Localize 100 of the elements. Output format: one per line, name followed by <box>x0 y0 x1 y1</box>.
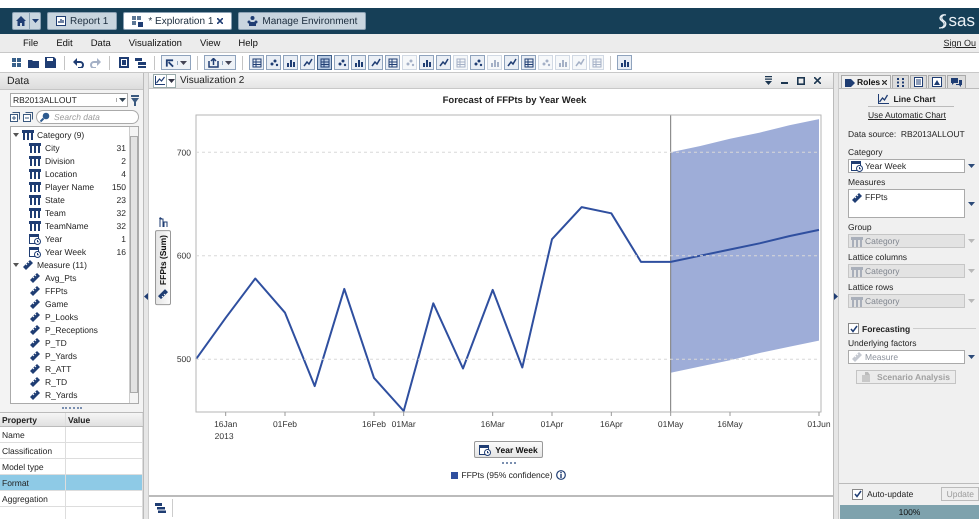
tree-item[interactable]: City 31 <box>11 141 129 154</box>
x-axis-role-button[interactable]: Year Week <box>474 441 543 458</box>
chart-type-button[interactable] <box>521 55 536 70</box>
tree-item[interactable]: P_Looks <box>11 310 129 323</box>
close-icon[interactable] <box>814 77 821 84</box>
tree-item[interactable]: Team 32 <box>11 206 129 219</box>
role-field[interactable]: Year Week <box>848 159 965 173</box>
line-chart-icon <box>506 58 516 68</box>
menu-item[interactable]: Help <box>229 38 267 48</box>
data-source-dropdown[interactable]: RB2013ALLOUT <box>10 93 128 107</box>
chart-type-button[interactable] <box>436 55 451 70</box>
undo-icon <box>73 58 84 68</box>
tree-item[interactable]: Player Name 150 <box>11 180 129 193</box>
tree-group[interactable]: Measure (11) <box>11 258 129 271</box>
tree-item[interactable]: R_TD <box>11 375 129 388</box>
chart-type-button[interactable] <box>351 55 366 70</box>
checkbox[interactable] <box>852 488 863 500</box>
document-tab[interactable]: * Exploration 1 <box>123 12 232 30</box>
layers-button[interactable] <box>133 55 148 70</box>
menu-item[interactable]: Visualization <box>120 38 191 48</box>
checkbox[interactable] <box>848 323 859 334</box>
tree-item[interactable]: P_TD <box>11 336 129 349</box>
tree-item[interactable]: Avg_Pts <box>11 271 129 284</box>
property-row[interactable]: Aggregation <box>0 491 143 507</box>
chart-type-button[interactable] <box>266 55 281 70</box>
resize-handle[interactable] <box>62 407 82 409</box>
expand-arrow-icon[interactable] <box>834 292 838 300</box>
chart-type-menu[interactable] <box>153 74 176 88</box>
resize-handle[interactable] <box>502 462 516 464</box>
chart-type-button[interactable] <box>300 55 315 70</box>
tree-item[interactable]: Year 1 <box>11 232 129 245</box>
caret-icon <box>968 355 975 359</box>
chart-type-button[interactable] <box>385 55 400 70</box>
panel-tab[interactable] <box>928 75 946 88</box>
panel-icon <box>118 57 128 68</box>
tree-item[interactable]: R_Yards <box>11 388 129 401</box>
maximize-icon[interactable] <box>797 76 805 84</box>
scatter-icon <box>336 58 346 68</box>
property-row[interactable]: Format <box>0 475 143 491</box>
chart-type-button[interactable] <box>368 55 383 70</box>
expand-triangle-icon[interactable] <box>13 132 19 138</box>
panel-tab[interactable] <box>910 75 928 88</box>
save-button[interactable] <box>43 55 58 70</box>
tree-item[interactable]: Location 4 <box>11 167 129 180</box>
tree-item[interactable]: State 23 <box>11 193 129 206</box>
panel-button[interactable] <box>116 55 131 70</box>
sort-icon[interactable] <box>158 216 168 227</box>
chart-type-button[interactable] <box>334 55 349 70</box>
menu-item[interactable]: Data <box>82 38 120 48</box>
property-row[interactable]: Name <box>0 427 143 443</box>
menu-item[interactable]: File <box>14 38 48 48</box>
scatter-icon <box>268 58 278 68</box>
home-button[interactable] <box>12 12 41 30</box>
chart-type-button[interactable] <box>617 55 632 70</box>
panel-tab[interactable]: Roles <box>841 75 892 88</box>
chart-type-button[interactable] <box>283 55 298 70</box>
x-tick-label: 16Apr <box>600 419 623 429</box>
home-icon <box>16 16 26 26</box>
scrollbar[interactable] <box>129 127 138 403</box>
new-button[interactable] <box>9 55 24 70</box>
tree-item[interactable]: P_Receptions <box>11 323 129 336</box>
chart-type-button[interactable] <box>419 55 434 70</box>
filter-icon[interactable] <box>131 94 139 106</box>
tree-item[interactable]: Year Week 16 <box>11 245 129 258</box>
panel-tab[interactable] <box>892 75 910 88</box>
automatic-chart-link[interactable]: Use Automatic Chart <box>868 110 956 120</box>
layers-icon[interactable] <box>155 503 166 513</box>
role-field[interactable]: FFPts <box>848 189 965 218</box>
tree-item[interactable]: Game <box>11 297 129 310</box>
y-axis-role-button[interactable]: FFPts (Sum) <box>155 230 171 306</box>
collapse-all-icon[interactable] <box>23 112 33 122</box>
tree-item[interactable]: P_Yards <box>11 349 129 362</box>
tree-item[interactable]: TeamName 32 <box>11 219 129 232</box>
property-row[interactable]: Classification <box>0 443 143 459</box>
chart-type-button[interactable] <box>504 55 519 70</box>
ruler-icon <box>29 310 41 322</box>
sign-out-link[interactable]: Sign Ou <box>943 38 976 48</box>
tree-group[interactable]: Category (9) <box>11 128 129 141</box>
document-tab[interactable]: Manage Environment <box>238 12 366 30</box>
collapse-arrow-icon[interactable] <box>144 292 148 300</box>
pointer-menu-button[interactable] <box>161 55 191 70</box>
menu-item[interactable]: View <box>190 38 230 48</box>
info-icon[interactable] <box>556 470 566 480</box>
chart-type-button[interactable] <box>317 55 332 70</box>
tree-item[interactable]: FFPts <box>11 284 129 297</box>
expand-triangle-icon[interactable] <box>13 262 19 268</box>
checkbox-label: Auto-update <box>867 489 914 499</box>
y-tick-label: 600 <box>177 250 191 261</box>
expand-all-icon[interactable] <box>10 112 20 122</box>
chart-type-button[interactable] <box>249 55 264 70</box>
document-tab[interactable]: Report 1 <box>47 12 118 30</box>
panel-tab[interactable] <box>947 75 966 88</box>
chart-type-button[interactable] <box>470 55 485 70</box>
export-menu-button[interactable] <box>204 55 236 70</box>
tree-item[interactable]: Division 2 <box>11 154 129 167</box>
tree-item[interactable]: R_ATT <box>11 362 129 375</box>
menu-icon[interactable] <box>765 76 772 85</box>
close-icon[interactable] <box>217 18 224 24</box>
close-icon[interactable] <box>882 80 888 84</box>
menu-item[interactable]: Edit <box>47 38 82 48</box>
